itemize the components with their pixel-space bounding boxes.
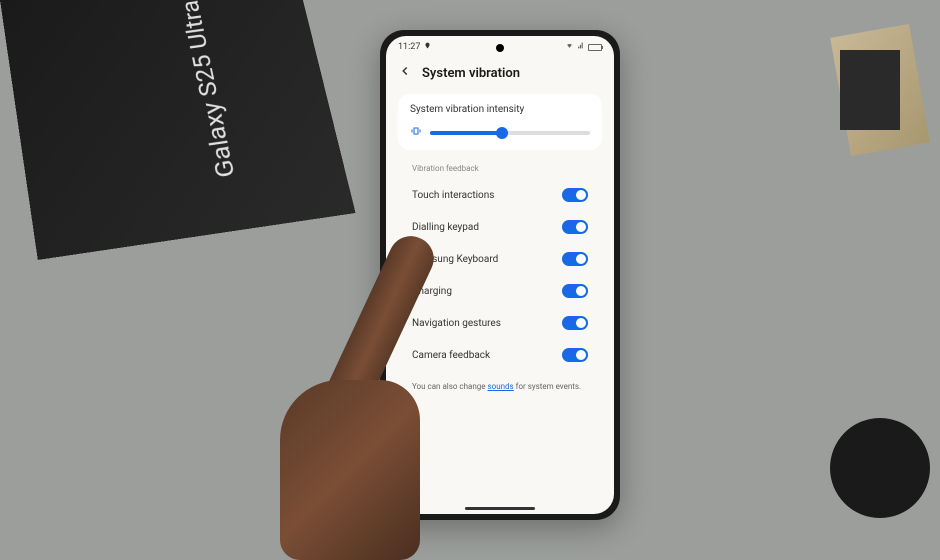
toggle-switch[interactable] bbox=[562, 284, 588, 298]
camera-hole bbox=[496, 44, 504, 52]
intensity-card: System vibration intensity bbox=[398, 94, 602, 150]
phone-device: 11:27 System vibration bbox=[380, 30, 620, 520]
intensity-slider[interactable] bbox=[430, 131, 590, 135]
back-button[interactable] bbox=[398, 64, 412, 82]
intensity-label: System vibration intensity bbox=[410, 104, 590, 115]
toggle-switch[interactable] bbox=[562, 348, 588, 362]
status-time: 11:27 bbox=[398, 42, 420, 52]
toggle-camera-feedback[interactable]: Camera feedback bbox=[398, 339, 602, 371]
toggle-switch[interactable] bbox=[562, 220, 588, 234]
toggle-touch-interactions[interactable]: Touch interactions bbox=[398, 179, 602, 211]
footer-text: You can also change sounds for system ev… bbox=[398, 371, 602, 402]
toggle-label: Dialling keypad bbox=[412, 222, 479, 233]
toggle-navigation-gestures[interactable]: Navigation gestures bbox=[398, 307, 602, 339]
toggle-label: Touch interactions bbox=[412, 190, 494, 201]
background-object-dark bbox=[840, 50, 900, 130]
gesture-bar[interactable] bbox=[465, 507, 535, 510]
toggle-label: Charging bbox=[412, 286, 452, 297]
product-box: Galaxy S25 Ultra bbox=[0, 0, 356, 260]
product-box-label: Galaxy S25 Ultra bbox=[175, 0, 240, 179]
toggle-label: Navigation gestures bbox=[412, 318, 501, 329]
location-icon bbox=[424, 42, 431, 52]
toggle-switch[interactable] bbox=[562, 188, 588, 202]
toggle-samsung-keyboard[interactable]: Samsung Keyboard bbox=[398, 243, 602, 275]
page-header: System vibration bbox=[386, 56, 614, 90]
sounds-link[interactable]: sounds bbox=[488, 382, 514, 391]
toggle-charging[interactable]: Charging bbox=[398, 275, 602, 307]
wifi-icon bbox=[565, 42, 574, 52]
section-label: Vibration feedback bbox=[398, 160, 602, 179]
toggle-switch[interactable] bbox=[562, 252, 588, 266]
toggle-label: Camera feedback bbox=[412, 350, 490, 361]
toggle-switch[interactable] bbox=[562, 316, 588, 330]
background-circle bbox=[830, 418, 930, 518]
toggle-dialling-keypad[interactable]: Dialling keypad bbox=[398, 211, 602, 243]
page-title: System vibration bbox=[422, 66, 520, 81]
toggle-label: Samsung Keyboard bbox=[412, 254, 498, 265]
signal-icon bbox=[577, 42, 585, 52]
battery-icon bbox=[588, 44, 602, 51]
vibrate-icon bbox=[410, 125, 422, 140]
phone-screen: 11:27 System vibration bbox=[386, 36, 614, 514]
